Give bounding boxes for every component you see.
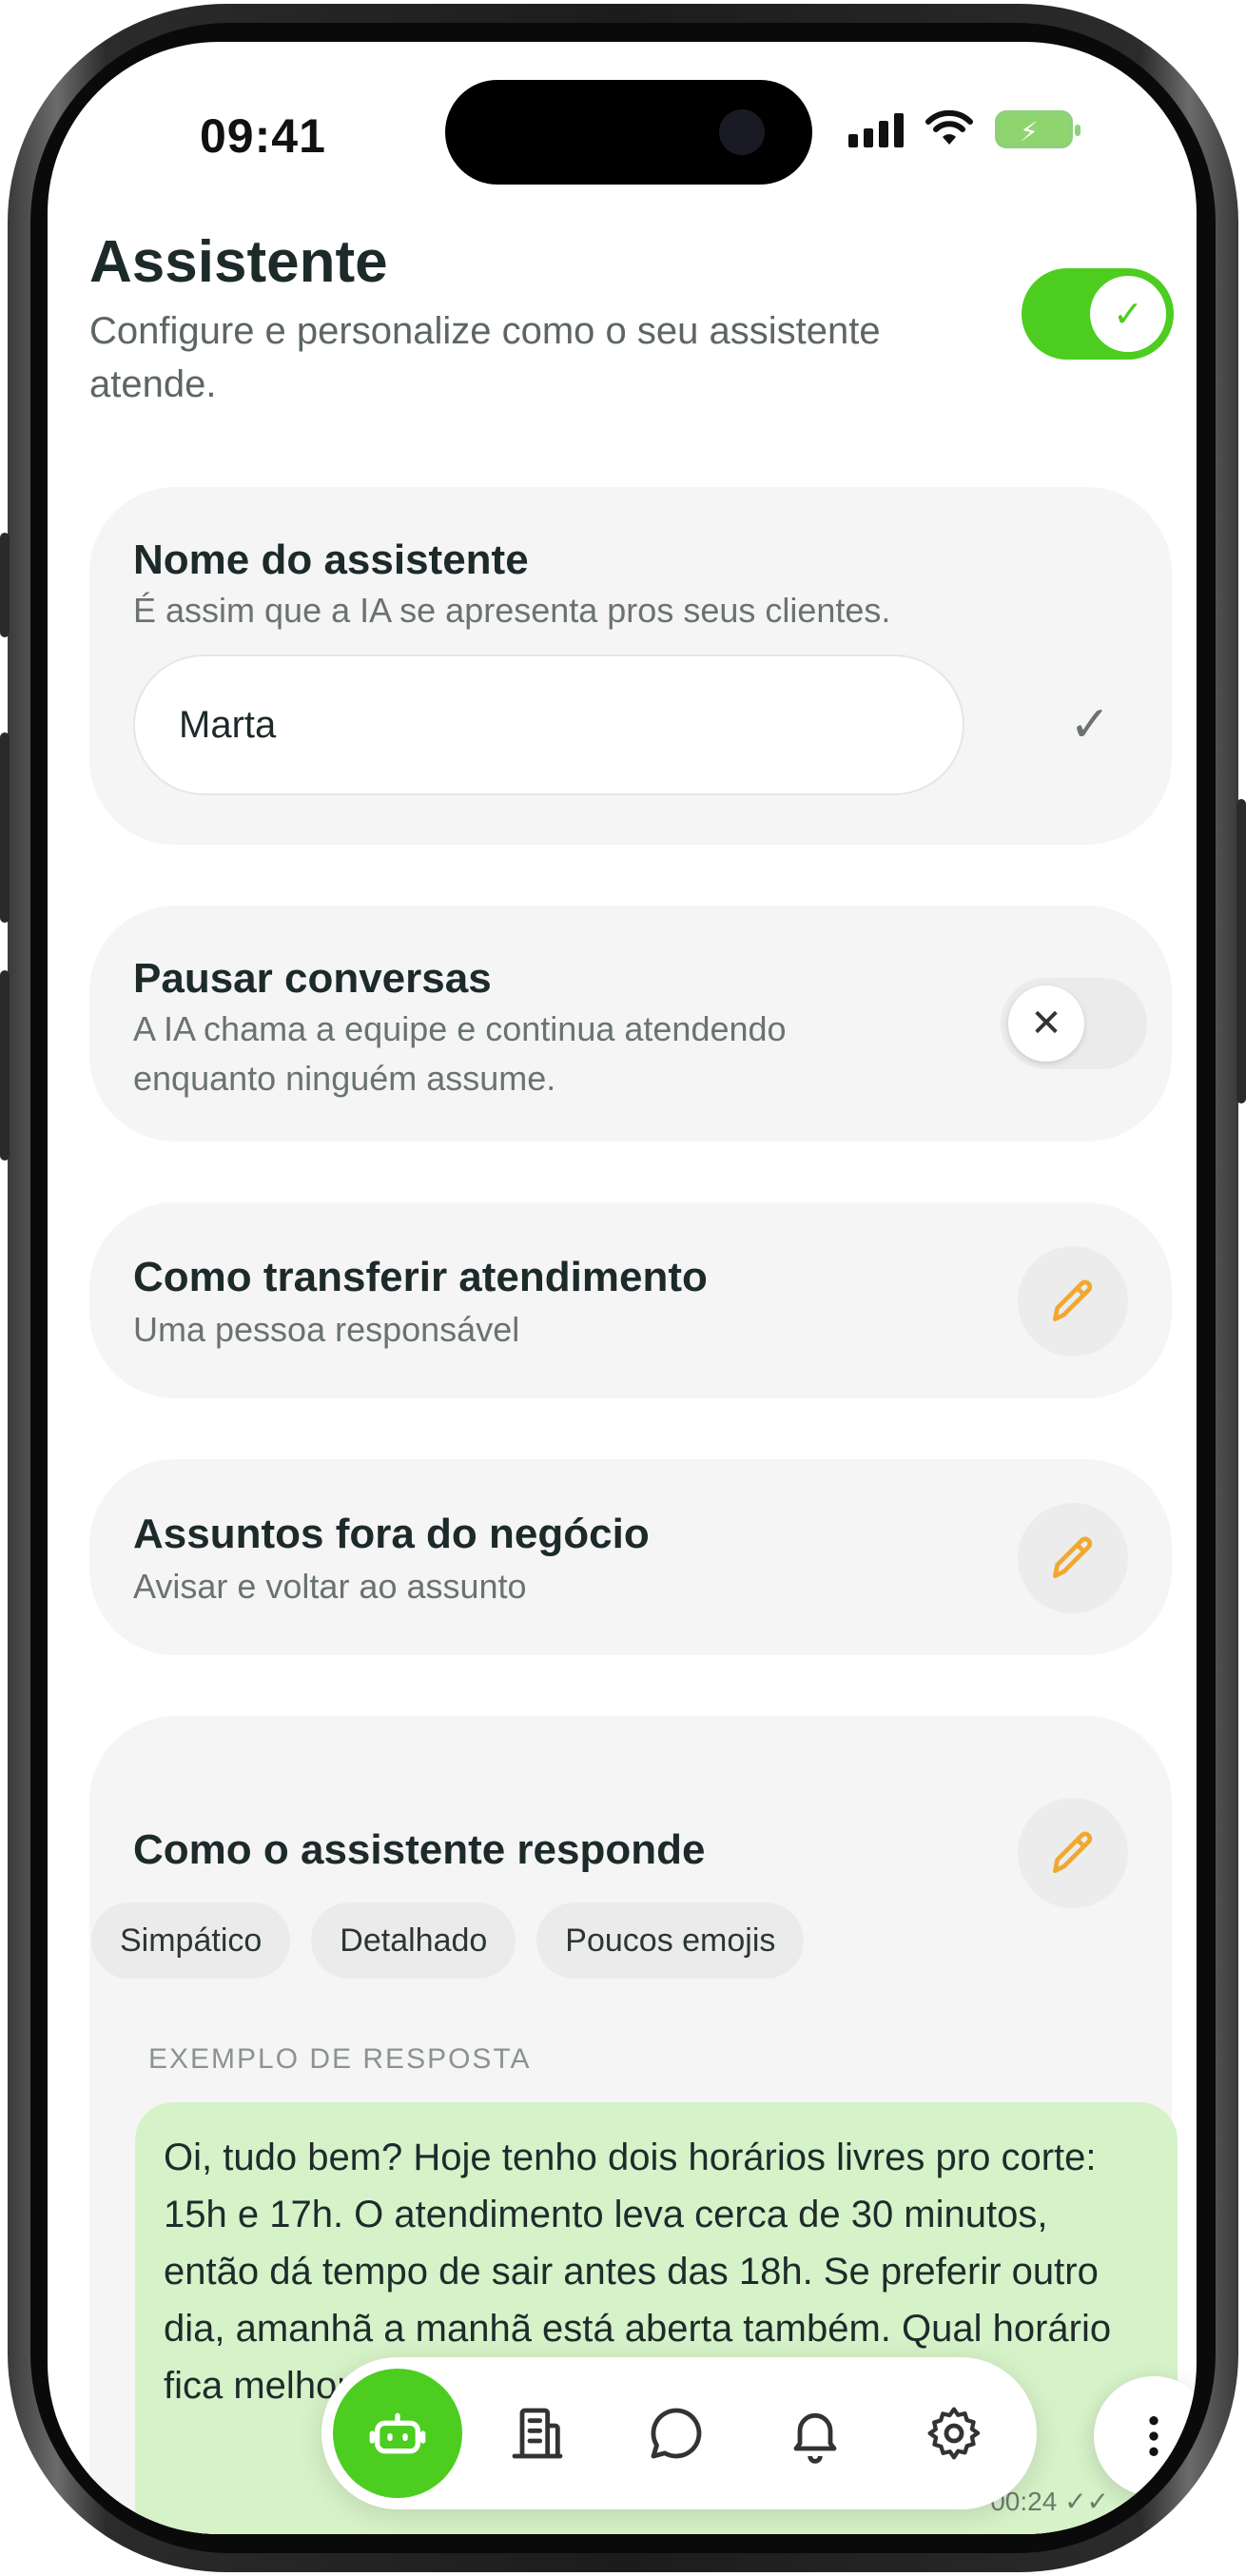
- volume-down-button: [0, 970, 10, 1161]
- battery-icon: ⚡: [995, 110, 1081, 148]
- example-label: EXEMPLO DE RESPOSTA: [148, 2043, 532, 2075]
- page-title: Assistente: [89, 229, 388, 295]
- camera-icon: [719, 109, 765, 155]
- nav-settings[interactable]: [900, 2379, 1008, 2488]
- card-description: A IA chama a equipe e continua atendendo…: [133, 1009, 787, 1098]
- check-icon: ✓: [1090, 276, 1166, 352]
- close-icon: ✕: [1008, 986, 1084, 1062]
- card-title: Assuntos fora do negócio: [133, 1511, 650, 1557]
- bottom-nav: [321, 2357, 1037, 2509]
- card-title: Nome do assistente: [133, 537, 529, 583]
- page-subtitle: Configure e personalize como o seu assis…: [89, 310, 881, 405]
- power-button: [1236, 799, 1246, 1103]
- assistant-name-card: Nome do assistente É assim que a IA se a…: [89, 487, 1172, 845]
- wifi-icon: [925, 110, 973, 145]
- robot-icon: [369, 2412, 426, 2454]
- card-description: É assim que a IA se apresenta pros seus …: [133, 591, 891, 630]
- pencil-icon: [1053, 1536, 1093, 1578]
- volume-up-button: [0, 732, 10, 923]
- card-title: Como o assistente responde: [133, 1826, 706, 1873]
- status-time: 09:41: [200, 109, 326, 163]
- pencil-icon: [1053, 1831, 1093, 1873]
- signal-icon: [848, 111, 904, 147]
- mute-switch: [0, 533, 10, 637]
- assistant-enabled-toggle[interactable]: ✓: [1022, 268, 1174, 360]
- style-chips: Simpático Detalhado Poucos emojis: [91, 1903, 805, 1979]
- style-chip: Poucos emojis: [536, 1903, 805, 1979]
- card-description: Uma pessoa responsável: [133, 1310, 520, 1349]
- status-icons: ⚡: [848, 110, 1081, 148]
- gear-icon: [927, 2407, 981, 2460]
- style-chip: Simpático: [91, 1903, 291, 1979]
- more-vertical-icon: [1149, 2416, 1158, 2456]
- pencil-icon: [1053, 1279, 1093, 1321]
- pause-conversations-card: Pausar conversas A IA chama a equipe e c…: [89, 906, 1172, 1142]
- nav-conversations[interactable]: [622, 2379, 730, 2488]
- assistant-name-input[interactable]: [133, 654, 964, 795]
- confirm-check-icon[interactable]: ✓: [1060, 694, 1120, 755]
- nav-assistant[interactable]: [333, 2369, 462, 2498]
- nav-business[interactable]: [483, 2379, 592, 2488]
- edit-transfer-button[interactable]: [1018, 1246, 1128, 1356]
- bell-icon: [793, 2412, 837, 2464]
- screen: 09:41 ⚡ Assistente Configure e personali…: [48, 42, 1197, 2534]
- transfer-card[interactable]: Como transferir atendimento Uma pessoa r…: [89, 1202, 1172, 1398]
- pause-conversations-toggle[interactable]: ✕: [1001, 978, 1147, 1069]
- edit-off-topic-button[interactable]: [1018, 1503, 1128, 1613]
- card-description: Avisar e voltar ao assunto: [133, 1567, 527, 1606]
- dynamic-island: [445, 80, 812, 185]
- nav-notifications[interactable]: [761, 2379, 869, 2488]
- chat-bubble-icon: [651, 2408, 702, 2459]
- card-title: Como transferir atendimento: [133, 1254, 708, 1300]
- card-title: Pausar conversas: [133, 955, 492, 1002]
- style-chip: Detalhado: [311, 1903, 516, 1979]
- off-topic-card[interactable]: Assuntos fora do negócio Avisar e voltar…: [89, 1459, 1172, 1655]
- building-icon: [512, 2408, 563, 2459]
- edit-response-style-button[interactable]: [1018, 1798, 1128, 1908]
